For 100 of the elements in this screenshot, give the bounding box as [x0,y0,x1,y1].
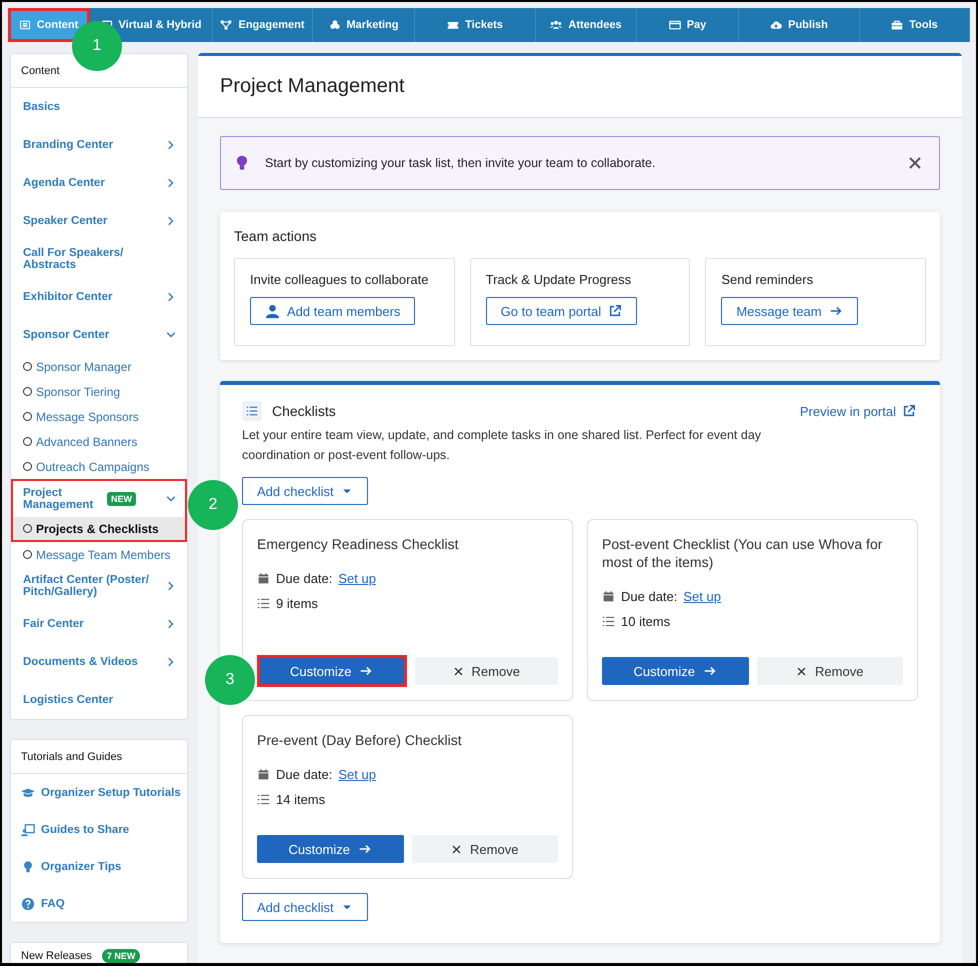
sidebar-subitem[interactable]: Outreach Campaigns [11,454,187,479]
customize-button[interactable]: Customize [257,655,406,687]
customize-button[interactable]: Customize [257,835,404,863]
action-button[interactable]: Add team members [250,297,416,325]
circles-icon [328,19,341,31]
external-link-icon [608,304,622,318]
due-date-label: Due date: [621,589,678,604]
page-title: Project Management [220,75,405,98]
sidebar-item[interactable]: Agenda Center [11,164,187,202]
sidebar-item[interactable]: Fair Center [11,605,187,643]
checklist-title: Emergency Readiness Checklist [257,535,460,553]
item-count: 9 items [276,596,318,611]
nav-tab[interactable]: Content [8,8,90,42]
sidebar-item[interactable]: Organizer Tips [11,848,187,885]
section-title: Checklists [272,403,336,419]
users-icon [550,19,562,31]
section-title: Team actions [234,228,318,244]
ticket-icon [447,19,460,31]
sidebar-subitem[interactable]: Message Team Members [11,542,187,567]
arrow-right-icon [358,842,372,856]
sidebar-item[interactable]: Sponsor Center [11,316,187,354]
action-button[interactable]: Message team [721,297,858,325]
presenter-icon [21,822,35,836]
sidebar-item[interactable]: Speaker Center [11,202,187,240]
section-description: Let your entire team view, update, and complete tasks in one shared list. Perfect for event day coordination or post-event follow-ups. [242,427,762,464]
sidebar-item[interactable]: Guides to Share [11,811,187,848]
person-icon [265,304,280,318]
sidebar-item[interactable]: Organizer Setup Tutorials [11,774,187,811]
nav-tab[interactable]: Attendees [536,8,637,42]
sidebar-item[interactable]: Exhibitor Center [11,278,187,316]
action-title: Invite colleagues to collaborate [250,272,430,287]
sidebar-heading: New Releases [21,950,92,962]
sidebar-item[interactable]: Call For Speakers/ Abstracts [11,240,187,278]
item-count: 14 items [276,792,326,807]
action-title: Send reminders [721,272,814,287]
sidebar-item[interactable]: Logistics Center [11,681,187,719]
graduation-cap-icon [21,786,35,800]
card-icon [668,19,681,31]
setup-link[interactable]: Set up [338,767,376,782]
document-icon [18,19,31,31]
sidebar-subitem[interactable]: Sponsor Tiering [11,379,187,404]
customize-button[interactable]: Customize [602,657,748,685]
preview-link[interactable]: Preview in portal [800,404,916,418]
new-badge: NEW [107,492,136,506]
checklist-title: Pre-event (Day Before) Checklist [257,731,463,749]
arrow-right-icon [828,304,843,318]
close-icon [907,155,923,171]
count-badge: 7 NEW [102,949,140,963]
sidebar-item[interactable]: Documents & Videos [11,643,187,681]
nav-tab[interactable]: Tools [860,8,970,42]
close-icon [451,844,462,854]
add-checklist-button[interactable]: Add checklist [242,477,368,505]
calendar-icon [602,590,615,603]
circle-icon [23,462,32,471]
circle-icon [23,387,32,396]
nav-tab[interactable]: Marketing [313,8,415,42]
help-icon [21,896,35,910]
sidebar-subitem[interactable]: Sponsor Manager [11,354,187,379]
arrow-right-icon [359,664,374,678]
external-link-icon [902,404,916,418]
circle-icon [23,524,32,533]
due-date-label: Due date: [276,571,332,586]
circle-icon [23,362,32,371]
sidebar-subitem[interactable]: Message Sponsors [11,404,187,429]
nav-tab[interactable]: Engagement [213,8,313,42]
setup-link[interactable]: Set up [683,589,721,604]
list-icon [257,793,270,806]
notice-text: Start by customizing your task list, then invite your team to collaborate. [265,156,656,170]
nav-tab[interactable]: Pay [637,8,739,42]
network-icon [220,19,232,31]
item-count: 10 items [621,614,670,629]
remove-button[interactable]: Remove [414,657,558,685]
sidebar-item[interactable]: Basics [11,88,187,126]
sidebar-item[interactable]: Artifact Center (Poster/ Pitch/Gallery) [11,567,187,605]
nav-tab[interactable]: Publish [739,8,860,42]
sidebar-subitem[interactable]: Advanced Banners [11,429,187,454]
toolbox-icon [891,19,904,31]
list-icon [602,615,615,628]
list-icon [242,401,262,421]
lightbulb-icon [21,860,35,874]
sidebar-item[interactable]: FAQ [11,885,187,922]
checklist-title: Post-event Checklist (You can use Whova for most of the items) [602,535,884,571]
circle-icon [23,437,32,446]
add-checklist-button[interactable]: Add checklist [242,893,368,921]
sidebar-subitem[interactable]: Projects & Checklists [11,517,187,542]
circle-icon [23,412,32,421]
close-icon [452,666,464,676]
due-date-label: Due date: [276,767,332,782]
list-icon [257,597,270,610]
nav-tab[interactable]: Tickets [415,8,536,42]
remove-button[interactable]: Remove [412,835,558,863]
remove-button[interactable]: Remove [756,657,903,685]
cloud-upload-icon [770,19,782,31]
setup-link[interactable]: Set up [338,571,376,586]
close-button[interactable] [907,155,923,171]
calendar-icon [257,572,270,585]
action-title: Track & Update Progress [486,272,632,287]
circle-icon [23,550,32,559]
action-button[interactable]: Go to team portal [486,297,638,325]
sidebar-item[interactable]: Branding Center [11,126,187,164]
